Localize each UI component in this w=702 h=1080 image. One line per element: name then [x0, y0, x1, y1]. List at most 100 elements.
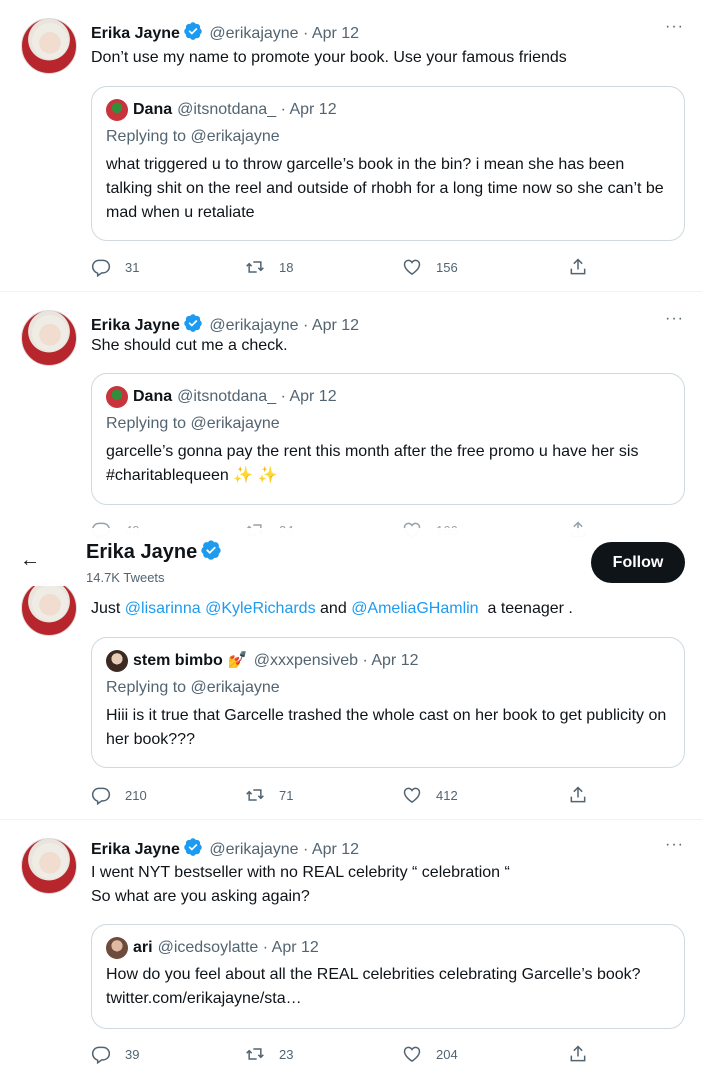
reply-button[interactable]: 210 [91, 785, 147, 805]
like-count: 204 [436, 1046, 458, 1062]
back-arrow-icon[interactable]: ← [20, 549, 40, 572]
share-button[interactable] [568, 785, 602, 805]
retweet-count: 23 [279, 1046, 294, 1062]
quote-text: How do you feel about all the REAL celeb… [106, 966, 641, 1007]
avatar[interactable] [21, 310, 77, 366]
quote-time: · Apr 12 [362, 652, 419, 669]
reply-count: 210 [125, 787, 147, 803]
quote-avatar [106, 650, 128, 672]
verified-badge-icon [183, 21, 203, 41]
share-button[interactable] [568, 257, 602, 277]
verified-badge-icon [200, 539, 222, 561]
quote-text: garcelle’s gonna pay the rent this month… [106, 443, 639, 484]
tweet-text: Don’t use my name to promote your book. … [91, 49, 567, 66]
author-name[interactable]: Erika Jayne [91, 317, 180, 334]
reply-count: 39 [125, 1046, 140, 1062]
tweet-header: Erika Jayne @erikajayne · Apr 12 [91, 837, 359, 861]
quote-header: Dana @itsnotdana_ · Apr 12 [106, 386, 670, 408]
profile-tweet-count: 14.7K Tweets [86, 570, 165, 585]
retweet-button[interactable]: 18 [245, 257, 293, 277]
reply-count: 31 [125, 259, 140, 275]
mention-link[interactable]: @KyleRichards [205, 600, 316, 617]
quote-author-handle: @itsnotdana_ [177, 101, 277, 118]
follow-button[interactable]: Follow [591, 542, 685, 583]
quote-text: what triggered u to throw garcelle’s boo… [106, 156, 664, 221]
tweet-text-suffix: a teenager . [487, 600, 573, 617]
quote-avatar [106, 99, 128, 121]
reply-button[interactable]: 39 [91, 1044, 139, 1064]
mention-link[interactable]: @AmeliaGHamlin [351, 600, 478, 617]
mention-link[interactable]: @lisarinna [125, 600, 201, 617]
quote-replying-to: Replying to @erikajayne [106, 415, 280, 432]
quote-tweet[interactable]: Dana @itsnotdana_ · Apr 12 Replying to @… [91, 86, 685, 241]
author-name[interactable]: Erika Jayne [91, 841, 180, 858]
like-icon [402, 257, 422, 277]
like-button[interactable]: 156 [402, 257, 458, 277]
tweet-2[interactable]: Erika Jayne @erikajayne · Apr 12 ··· She… [0, 292, 702, 528]
avatar[interactable] [21, 580, 77, 636]
tweet-4[interactable]: Erika Jayne @erikajayne · Apr 12 ··· I w… [0, 820, 702, 1080]
tweet-text: Just @lisarinna @KyleRichards and @Ameli… [91, 597, 573, 621]
tweet-actions: 31 18 156 [91, 255, 591, 279]
author-handle[interactable]: @erikajayne [209, 841, 298, 858]
profile-name-text: Erika Jayne [86, 541, 198, 563]
author-handle[interactable]: @erikajayne [209, 317, 298, 334]
quote-header: stem bimbo 💅 @xxxpensiveb · Apr 12 [106, 650, 670, 672]
tweet-1[interactable]: Erika Jayne @erikajayne · Apr 12 ··· Don… [0, 0, 702, 292]
quote-author-handle: @itsnotdana_ [177, 388, 277, 405]
quote-author-name: ari [133, 939, 153, 956]
avatar[interactable] [21, 18, 77, 74]
share-icon [568, 785, 588, 805]
nail-polish-emoji: 💅 [227, 652, 248, 669]
share-icon [568, 257, 588, 277]
quote-avatar [106, 386, 128, 408]
avatar[interactable] [21, 838, 77, 894]
retweet-button[interactable]: 23 [245, 1044, 293, 1064]
like-icon [402, 785, 422, 805]
tweet-time[interactable]: · Apr 12 [303, 841, 359, 858]
verified-badge-icon [183, 837, 203, 857]
retweet-button[interactable]: 71 [245, 785, 293, 805]
quote-time: · Apr 12 [262, 939, 319, 956]
author-handle[interactable]: @erikajayne [209, 25, 298, 42]
tweet-text-line: So what are you asking again? [91, 888, 310, 905]
verified-badge-icon [183, 313, 203, 333]
quote-author-handle: @xxxpensiveb [253, 652, 359, 669]
profile-name: Erika Jayne [86, 539, 224, 565]
tweet-text: I went NYT bestseller with no REAL celeb… [91, 861, 510, 909]
tweet-time[interactable]: · Apr 12 [303, 25, 359, 42]
share-icon [568, 1044, 588, 1064]
like-button[interactable]: 412 [402, 785, 458, 805]
quote-avatar [106, 937, 128, 959]
tweet-actions: 210 71 412 [91, 783, 591, 807]
like-button[interactable]: 204 [402, 1044, 458, 1064]
reply-icon [91, 785, 111, 805]
reply-icon [91, 257, 111, 277]
share-button[interactable] [568, 1044, 602, 1064]
quote-time: · Apr 12 [280, 388, 337, 405]
tweet-text-prefix: Just [91, 600, 121, 617]
quote-time: · Apr 12 [280, 101, 337, 118]
quote-text: Hiii is it true that Garcelle trashed th… [106, 707, 667, 748]
tweet-time[interactable]: · Apr 12 [303, 317, 359, 334]
profile-header-bar: ← Erika Jayne 14.7K Tweets Follow [0, 528, 702, 586]
tweet-header: Erika Jayne @erikajayne · Apr 12 [91, 21, 359, 45]
quote-author-name: Dana [133, 101, 173, 118]
reply-button[interactable]: 31 [91, 257, 139, 277]
quote-author-name: stem bimbo [133, 652, 223, 669]
like-count: 156 [436, 259, 458, 275]
quote-replying-to: Replying to @erikajayne [106, 128, 280, 145]
quote-tweet[interactable]: ari @icedsoylatte · Apr 12 How do you fe… [91, 924, 685, 1029]
author-name[interactable]: Erika Jayne [91, 25, 180, 42]
quote-tweet[interactable]: Dana @itsnotdana_ · Apr 12 Replying to @… [91, 373, 685, 505]
retweet-count: 18 [279, 259, 294, 275]
retweet-icon [245, 785, 265, 805]
tweet-text-and: and [320, 600, 347, 617]
retweet-icon [245, 1044, 265, 1064]
quote-author-handle: @icedsoylatte [157, 939, 259, 956]
more-icon[interactable]: ··· [665, 836, 684, 854]
like-count: 412 [436, 787, 458, 803]
more-icon[interactable]: ··· [665, 310, 684, 328]
quote-tweet[interactable]: stem bimbo 💅 @xxxpensiveb · Apr 12 Reply… [91, 637, 685, 768]
more-icon[interactable]: ··· [665, 18, 684, 36]
